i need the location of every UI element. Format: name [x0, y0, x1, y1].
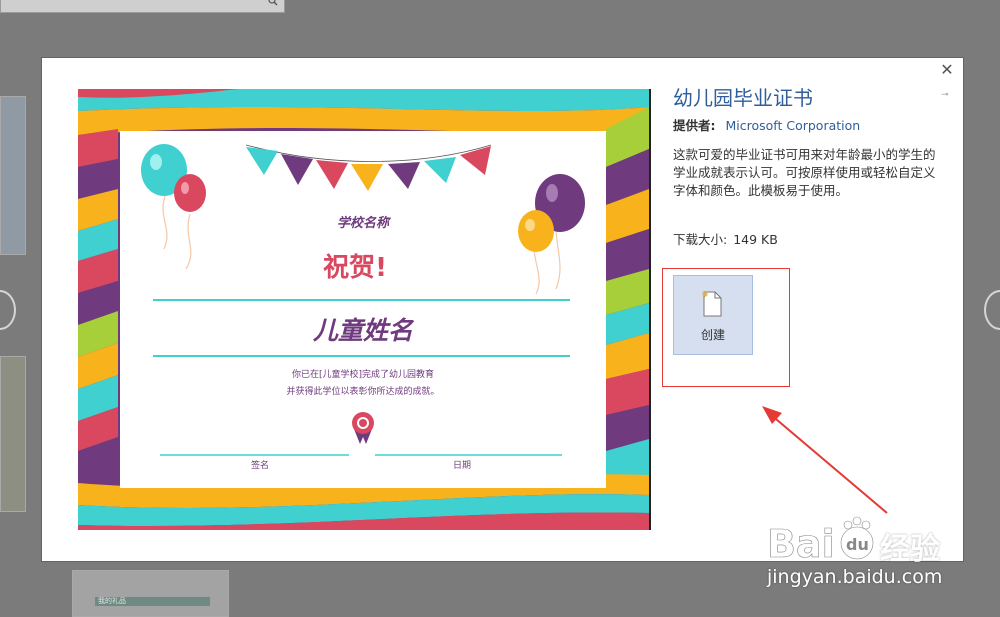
search-icon	[268, 0, 278, 6]
date-label: 日期	[453, 460, 471, 471]
signature-label: 签名	[251, 459, 269, 471]
chevron-right-icon[interactable]	[984, 290, 1000, 330]
background-template-thumb	[0, 356, 26, 512]
provider-label: 提供者:	[673, 118, 716, 133]
svg-text:Bai: Bai	[767, 522, 835, 566]
pin-icon[interactable]: ⊸	[941, 91, 953, 100]
close-icon[interactable]: ✕	[939, 62, 955, 78]
child-name-text: 儿童姓名	[312, 316, 415, 345]
background-template-thumb	[0, 96, 26, 255]
provider-row: 提供者: Microsoft Corporation	[673, 115, 860, 134]
background-thumb-label: 我的礼品	[95, 597, 210, 606]
template-preview-image: 学校名称 祝贺! 儿童姓名 你已在[儿童学校]完成了幼儿园教育 并获得此学位以表…	[78, 89, 651, 530]
watermark-brand-text: 经验	[880, 532, 940, 567]
download-size-label: 下载大小:	[673, 232, 728, 247]
background-template-thumb: 我的礼品	[72, 570, 229, 617]
chevron-left-icon[interactable]	[0, 290, 16, 330]
download-size-value: 149 KB	[733, 232, 778, 247]
template-title: 幼儿园毕业证书	[673, 86, 813, 110]
highlight-box	[662, 268, 790, 387]
download-size-row: 下载大小: 149 KB	[673, 229, 778, 248]
provider-link[interactable]: Microsoft Corporation	[725, 118, 860, 133]
completion-line-1: 你已在[儿童学校]完成了幼儿园教育	[292, 368, 434, 380]
background-search-box	[0, 0, 285, 13]
certificate-artwork: 学校名称 祝贺! 儿童姓名 你已在[儿童学校]完成了幼儿园教育 并获得此学位以表…	[78, 89, 649, 530]
completion-line-2: 并获得此学位以表彰你所达成的成就。	[286, 385, 439, 397]
watermark-url: jingyan.baidu.com	[767, 566, 943, 588]
school-name-text: 学校名称	[337, 215, 392, 231]
congrats-text: 祝贺!	[323, 253, 387, 283]
svg-text:du: du	[846, 535, 869, 554]
template-preview-dialog: ✕ ⊸ 学校名称 祝贺! 儿童姓名 你已在[儿童学校]完成了幼儿园教育 并获得此…	[41, 57, 964, 562]
template-description: 这款可爱的毕业证书可用来对年龄最小的学生的学业成就表示认可。可按原样使用或轻松自…	[673, 147, 936, 198]
